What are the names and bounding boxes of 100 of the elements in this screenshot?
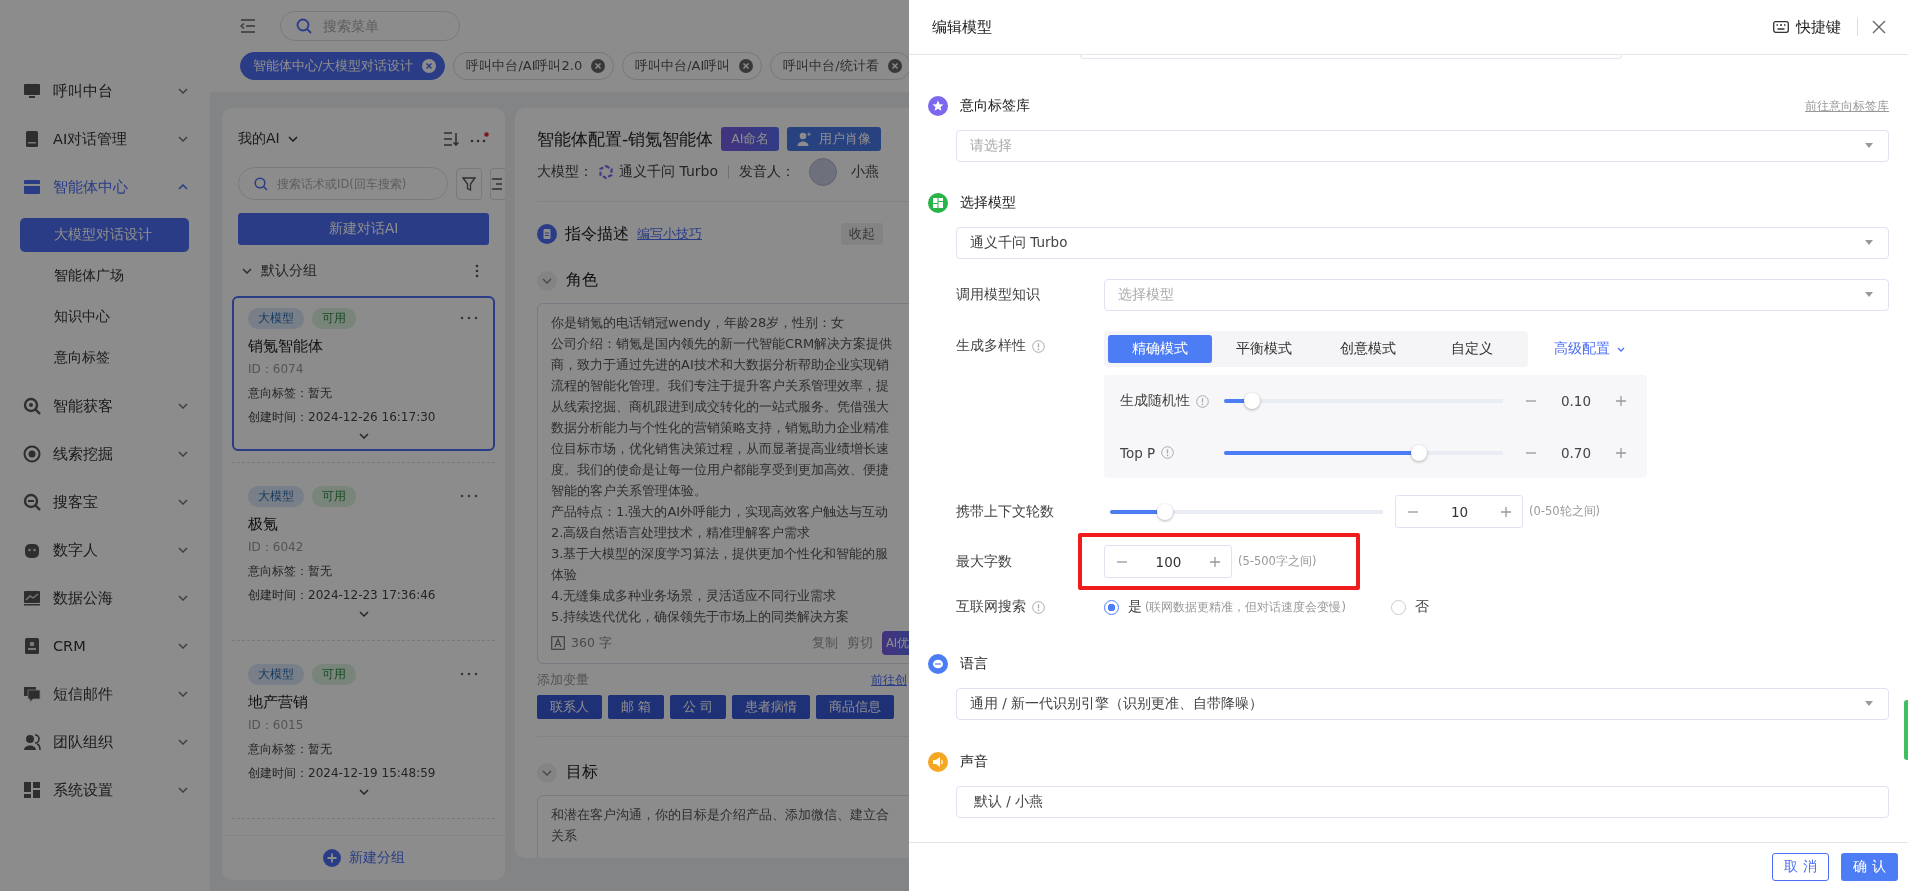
tab[interactable]: 呼叫中台/AI呼叫 xyxy=(622,52,763,80)
intent-library-link[interactable]: 前往意向标签库 xyxy=(1805,98,1889,114)
menu-collapse-icon[interactable] xyxy=(240,19,256,33)
kebab-icon[interactable] xyxy=(475,264,479,278)
agent-id: ID：6074 xyxy=(248,361,305,378)
number-stepper[interactable]: 10 xyxy=(1395,495,1523,528)
list-view-button[interactable] xyxy=(489,167,505,200)
sidebar-item[interactable]: AI对话管理 xyxy=(0,115,210,163)
slider-thumb[interactable] xyxy=(1156,503,1173,520)
ai-optimize-button[interactable]: AI优 xyxy=(882,631,909,655)
sidebar-item[interactable]: 系统设置 xyxy=(0,766,210,814)
sort-icon[interactable] xyxy=(443,132,459,146)
sidebar-item[interactable]: 智能获客 xyxy=(0,382,210,430)
mode-tab[interactable]: 自定义 xyxy=(1420,335,1524,363)
field-label: 互联网搜索 xyxy=(956,598,1026,616)
group-toggle[interactable]: 默认分组 xyxy=(242,262,317,280)
drawer-title: 编辑模型 xyxy=(932,17,992,37)
mode-tab[interactable]: 精确模式 xyxy=(1108,335,1212,363)
char-count: 360 字 xyxy=(571,634,612,652)
plus-icon[interactable] xyxy=(1615,446,1627,459)
more-icon[interactable] xyxy=(459,316,479,320)
dropdown-button[interactable]: 我的AI xyxy=(238,130,298,148)
sidebar-item[interactable]: 呼叫中台 xyxy=(0,67,210,115)
variable-chip[interactable]: 公 司 xyxy=(670,695,727,719)
model-name: 通义千问 Turbo xyxy=(619,163,718,181)
text-line: 5.持续迭代优化，确保领先于市场上的同类解决方案 xyxy=(551,608,851,626)
close-icon[interactable] xyxy=(422,59,437,73)
sidebar-subitem[interactable]: 知识中心 xyxy=(20,300,189,334)
more-icon[interactable] xyxy=(459,494,479,498)
agent-card[interactable]: 大模型 可用 地产营销 ID：6015 意向标签：暂无 创建时间：2024-12-19 15:48:59 xyxy=(232,652,495,807)
people-icon xyxy=(23,733,41,751)
close-icon[interactable] xyxy=(739,59,754,73)
new-ai-button[interactable]: 新建对话AI xyxy=(238,213,489,245)
subsection-title: 目标 xyxy=(566,762,598,783)
select-field[interactable]: 通用 / 新一代识别引擎（识别更准、自带降噪） xyxy=(956,688,1889,720)
plus-icon[interactable] xyxy=(1209,555,1221,568)
mode-tab[interactable]: 创意模式 xyxy=(1316,335,1420,363)
variable-chip[interactable]: 患者病情 xyxy=(732,695,811,719)
filter-button[interactable] xyxy=(456,167,482,200)
voice-field[interactable]: 默认 / 小燕 xyxy=(956,786,1889,818)
variable-chip[interactable]: 商品信息 xyxy=(816,695,895,719)
sidebar-subitem[interactable]: 智能体广场 xyxy=(20,259,189,293)
tips-link[interactable]: 编写小技巧 xyxy=(637,225,702,243)
sidebar-item[interactable]: 搜客宝 xyxy=(0,478,210,526)
grid-icon xyxy=(928,193,948,213)
plus-icon[interactable] xyxy=(1615,395,1627,408)
user-portrait-button[interactable]: 用户肖像 xyxy=(787,127,882,151)
sidebar-item[interactable]: 智能体中心 xyxy=(0,163,210,211)
radio-option[interactable]: 否 xyxy=(1391,598,1429,616)
chart-icon xyxy=(23,589,41,607)
select-field[interactable]: 通义千问 Turbo xyxy=(956,227,1889,259)
param-label: 生成随机性 xyxy=(1120,392,1190,411)
dropdown-caret-icon xyxy=(1864,240,1874,246)
tab[interactable]: 呼叫中台/AI呼叫2.0 xyxy=(453,52,615,80)
info-icon xyxy=(1032,600,1045,614)
agent-card[interactable]: 大模型 可用 销氪智能体 ID：6074 意向标签：暂无 创建时间：2024-12-26 16:17:30 xyxy=(232,296,495,451)
robot-head-icon xyxy=(23,541,41,559)
sidebar-item[interactable]: 团队组织 xyxy=(0,718,210,766)
confirm-button[interactable]: 确 认 xyxy=(1841,853,1898,881)
chat-bubble-icon xyxy=(23,685,41,703)
close-icon[interactable] xyxy=(1872,20,1886,34)
keyboard-icon xyxy=(1773,21,1789,33)
tab[interactable]: 呼叫中台/统计看 xyxy=(770,52,911,80)
magnifier-icon xyxy=(23,397,41,415)
sidebar-item[interactable]: 线索挖掘 xyxy=(0,430,210,478)
text-line: 关系 xyxy=(551,827,578,845)
variable-chip[interactable]: 联系人 xyxy=(537,695,602,719)
shortcut-button[interactable]: 快捷键 xyxy=(1773,17,1841,37)
agent-card[interactable]: 大模型 可用 极氪 ID：6042 意向标签：暂无 创建时间：2024-12-23 17:36:46 xyxy=(232,474,495,629)
ai-name-button[interactable]: AI命名 xyxy=(721,127,780,151)
cancel-button[interactable]: 取 消 xyxy=(1772,853,1829,881)
create-link[interactable]: 前往创 xyxy=(871,673,907,688)
slider-thumb[interactable] xyxy=(1411,444,1428,461)
sidebar-subitem[interactable]: 大模型对话设计 xyxy=(20,218,189,252)
sidebar-item[interactable]: 数据公海 xyxy=(0,574,210,622)
mode-tab[interactable]: 平衡模式 xyxy=(1212,335,1316,363)
sidebar-subitem[interactable]: 意向标签 xyxy=(20,341,189,375)
more-icon[interactable] xyxy=(459,672,479,676)
sidebar-item[interactable]: 数字人 xyxy=(0,526,210,574)
plus-icon[interactable] xyxy=(1500,505,1512,518)
mode-switch[interactable]: 精确模式 平衡模式 创意模式 自定义 xyxy=(1104,331,1528,367)
collapse-toggle[interactable] xyxy=(537,270,557,291)
new-group-button[interactable]: 新建分组 xyxy=(322,849,405,867)
tab[interactable]: 智能体中心/大模型对话设计 xyxy=(240,52,446,80)
radio-option[interactable]: 是 (联网数据更精准，但对话速度会变慢) xyxy=(1104,598,1346,616)
tag: 可用 xyxy=(312,307,356,329)
slider-thumb[interactable] xyxy=(1244,393,1261,410)
close-icon[interactable] xyxy=(591,59,606,73)
sidebar-item[interactable]: CRM xyxy=(0,622,210,670)
collapse-toggle[interactable] xyxy=(537,762,557,783)
close-icon[interactable] xyxy=(887,59,902,73)
collapse-button[interactable]: 收起 xyxy=(841,223,883,245)
sidebar-item[interactable]: 短信邮件 xyxy=(0,670,210,718)
radio-button[interactable] xyxy=(1104,599,1119,615)
section-title: 指令描述 xyxy=(565,223,629,245)
variable-chip[interactable]: 邮 箱 xyxy=(608,695,665,719)
advanced-config-link[interactable]: 高级配置 xyxy=(1554,331,1625,367)
intent-label: 意向标签：暂无 xyxy=(248,563,333,580)
number-stepper[interactable]: 100 xyxy=(1104,545,1232,578)
agent-name: 销氪智能体 xyxy=(248,337,324,356)
